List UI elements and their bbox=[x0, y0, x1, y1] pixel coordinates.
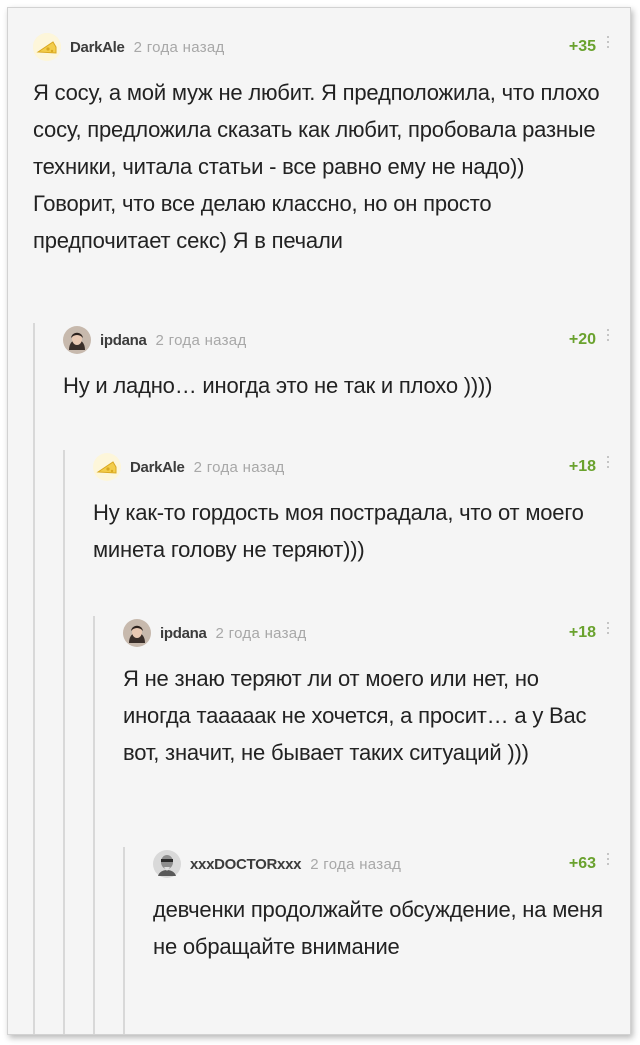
comment-header: DarkAle 2 года назад +18 bbox=[93, 450, 610, 484]
cheese-icon[interactable] bbox=[93, 453, 121, 481]
comment-text: девченки продолжайте обсуждение, на меня… bbox=[153, 897, 603, 959]
user-photo-icon[interactable] bbox=[63, 326, 91, 354]
rating-score: +35 bbox=[568, 38, 596, 55]
timestamp[interactable]: 2 года назад bbox=[310, 856, 401, 873]
rating-score: +18 bbox=[568, 458, 596, 475]
thread-line[interactable] bbox=[93, 616, 95, 1034]
comment-header: DarkAle 2 года назад +35 bbox=[33, 30, 610, 64]
user-photo-icon[interactable] bbox=[153, 850, 181, 878]
comment-4: ipdana 2 года назад +18 Я не знаю теряют… bbox=[93, 616, 610, 1034]
rating-score: +18 bbox=[568, 624, 596, 641]
comments-panel: DarkAle 2 года назад +35 Я сосу, а мой м… bbox=[7, 7, 631, 1035]
comment-2: ipdana 2 года назад +20 Ну и ладно… иног… bbox=[33, 323, 610, 1034]
more-options-icon[interactable] bbox=[606, 36, 610, 48]
comment-text: Ну и ладно… иногда это не так и плохо ))… bbox=[63, 373, 493, 398]
comment-text: Я не знаю теряют ли от моего или нет, но… bbox=[123, 666, 587, 765]
comment-text: Я сосу, а мой муж не любит. Я предположи… bbox=[33, 80, 600, 253]
timestamp[interactable]: 2 года назад bbox=[194, 459, 285, 476]
comment-1: DarkAle 2 года назад +35 Я сосу, а мой м… bbox=[33, 30, 610, 259]
timestamp[interactable]: 2 года назад bbox=[134, 39, 225, 56]
username[interactable]: ipdana bbox=[100, 332, 147, 349]
rating-score: +20 bbox=[568, 331, 596, 348]
comment-3: DarkAle 2 года назад +18 Ну как-то гордо… bbox=[63, 450, 610, 1034]
more-options-icon[interactable] bbox=[606, 622, 610, 634]
comment-5: xxxDOCTORxxx 2 года назад +63 девченки п… bbox=[123, 847, 610, 1034]
thread-line[interactable] bbox=[33, 323, 35, 1034]
more-options-icon[interactable] bbox=[606, 329, 610, 341]
timestamp[interactable]: 2 года назад bbox=[216, 625, 307, 642]
username[interactable]: ipdana bbox=[160, 625, 207, 642]
rating-score: +63 bbox=[568, 855, 596, 872]
more-options-icon[interactable] bbox=[606, 456, 610, 468]
username[interactable]: DarkAle bbox=[70, 39, 125, 56]
timestamp[interactable]: 2 года назад bbox=[156, 332, 247, 349]
username[interactable]: DarkAle bbox=[130, 459, 185, 476]
comment-header: xxxDOCTORxxx 2 года назад +63 bbox=[153, 847, 610, 881]
comment-text: Ну как-то гордость моя пострадала, что о… bbox=[93, 500, 584, 562]
comment-header: ipdana 2 года назад +18 bbox=[123, 616, 610, 650]
comment-header: ipdana 2 года назад +20 bbox=[63, 323, 610, 357]
username[interactable]: xxxDOCTORxxx bbox=[190, 856, 301, 873]
thread-line[interactable] bbox=[123, 847, 125, 1034]
user-photo-icon[interactable] bbox=[123, 619, 151, 647]
more-options-icon[interactable] bbox=[606, 853, 610, 865]
thread-line[interactable] bbox=[63, 450, 65, 1034]
cheese-icon[interactable] bbox=[33, 33, 61, 61]
